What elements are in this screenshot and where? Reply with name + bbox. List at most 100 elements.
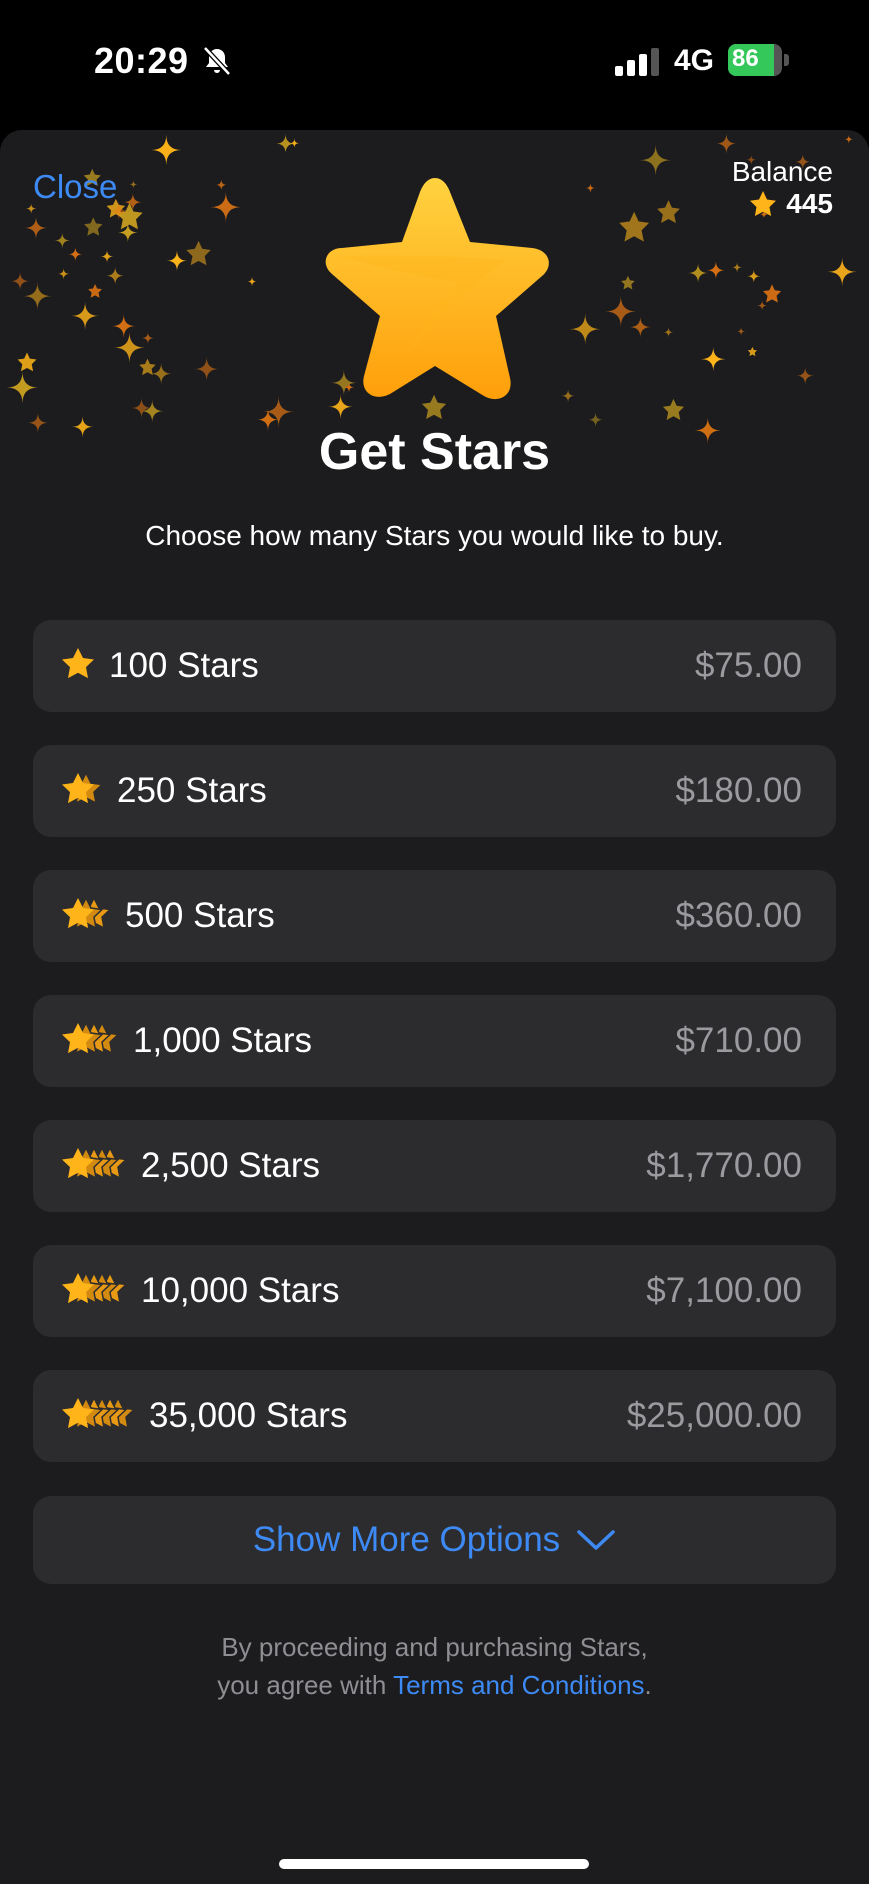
sparkle (166, 250, 188, 272)
sparkle (140, 399, 164, 423)
balance-label: Balance (731, 156, 833, 187)
sparkle (715, 133, 737, 155)
battery-icon: 86 (728, 44, 790, 76)
star-stack-icon (62, 771, 103, 805)
sparkle (663, 327, 674, 338)
sparkle (67, 246, 83, 262)
sparkle (105, 266, 125, 286)
legal-suffix: . (644, 1670, 652, 1700)
legal-line-1: By proceeding and purchasing Stars, (221, 1632, 648, 1662)
star-option-price: $1,770.00 (646, 1146, 802, 1185)
sparkle (706, 260, 726, 280)
star-option-price: $7,100.00 (646, 1271, 802, 1310)
sparkle (687, 262, 709, 284)
star-stack-icon (62, 648, 94, 679)
network-type: 4G (674, 44, 715, 77)
battery-percent: 86 (732, 45, 759, 72)
hero-star-icon (325, 178, 549, 400)
sparkle (139, 358, 156, 376)
sparkle (17, 352, 37, 372)
sparkle (247, 276, 257, 287)
star-option-row[interactable]: 100 Stars $75.00 (33, 620, 836, 712)
sparkle (275, 133, 296, 154)
star-option-price: $710.00 (675, 1021, 802, 1060)
sparkle (57, 267, 70, 280)
sparkle (732, 262, 743, 273)
star-option-price: $360.00 (675, 896, 802, 935)
star-option-price: $25,000.00 (626, 1396, 802, 1435)
show-more-options-button[interactable]: Show More Options (33, 1496, 836, 1584)
sparkle (194, 356, 219, 382)
bell-slash-icon (203, 46, 231, 76)
sparkle (54, 232, 71, 249)
star-option-label: 10,000 Stars (141, 1271, 340, 1310)
sparkle (123, 192, 143, 212)
sparkle (131, 397, 152, 419)
balance-value: 445 (786, 188, 833, 219)
sparkle (100, 249, 114, 264)
sparkle (88, 284, 102, 298)
star-option-row[interactable]: 2,500 Stars $1,770.00 (33, 1120, 836, 1212)
star-option-label: 2,500 Stars (141, 1146, 320, 1185)
sparkle (747, 346, 758, 357)
star-stack-icon (62, 896, 111, 930)
sparkle (796, 366, 815, 385)
legal-line-2: you agree with Terms and Conditions. (0, 1666, 869, 1704)
sparkle (23, 282, 52, 311)
terms-link[interactable]: Terms and Conditions (393, 1670, 644, 1700)
close-button[interactable]: Close (33, 168, 117, 206)
sparkle (6, 371, 39, 404)
star-icon (750, 191, 777, 216)
sparkle (210, 191, 242, 223)
star-stack-icon (62, 1396, 135, 1430)
star-stack-icon (62, 1271, 127, 1305)
sparkle (605, 295, 637, 328)
sparkle (113, 332, 145, 364)
star-stack-icon (62, 1021, 119, 1055)
sparkle (71, 301, 100, 330)
star-option-row[interactable]: 250 Stars $180.00 (33, 745, 836, 837)
star-option-row[interactable]: 1,000 Stars $710.00 (33, 995, 836, 1087)
sparkle (762, 284, 782, 303)
sparkle (215, 179, 228, 191)
star-stack-icon (62, 1146, 127, 1180)
star-option-row[interactable]: 500 Stars $360.00 (33, 870, 836, 962)
page-subtitle: Choose how many Stars you would like to … (145, 520, 724, 551)
sparkle (621, 275, 635, 290)
star-option-row[interactable]: 10,000 Stars $7,100.00 (33, 1245, 836, 1337)
sparkle (84, 217, 103, 236)
status-time: 20:29 (94, 40, 189, 81)
sparkle (736, 327, 746, 336)
chevron-down-icon (577, 1530, 615, 1550)
star-option-row[interactable]: 35,000 Stars $25,000.00 (33, 1370, 836, 1462)
home-indicator[interactable] (279, 1859, 589, 1869)
star-options-list: 100 Stars $75.00 250 Stars $180.00 500 Stars… (33, 620, 836, 1495)
legal-prefix: you agree with (217, 1670, 394, 1700)
page-title: Get Stars (318, 423, 551, 481)
sparkle (129, 180, 138, 189)
sparkle (10, 271, 30, 291)
star-option-price: $180.00 (675, 771, 802, 810)
sparkle (657, 200, 680, 224)
star-option-label: 100 Stars (109, 646, 259, 685)
sparkle (561, 389, 575, 403)
show-more-label: Show More Options (252, 1520, 561, 1559)
star-option-label: 250 Stars (117, 771, 267, 810)
sparkle (662, 398, 685, 420)
star-option-label: 500 Stars (125, 896, 275, 935)
balance-display: 445 (748, 188, 833, 220)
sparkle (757, 300, 768, 311)
star-option-label: 1,000 Stars (133, 1021, 312, 1060)
sparkle (569, 313, 601, 345)
sparkle (701, 346, 726, 372)
get-stars-sheet: Close Balance 445 Get Stars Choose how m… (0, 130, 869, 1884)
star-option-label: 35,000 Stars (149, 1396, 348, 1435)
sparkle (619, 211, 650, 242)
sparkle (141, 332, 154, 345)
sparkle (585, 183, 596, 193)
sparkle (844, 134, 854, 144)
sparkle (186, 240, 211, 266)
sparkle (111, 314, 136, 338)
sparkle (746, 269, 761, 284)
sparkle (640, 144, 672, 176)
